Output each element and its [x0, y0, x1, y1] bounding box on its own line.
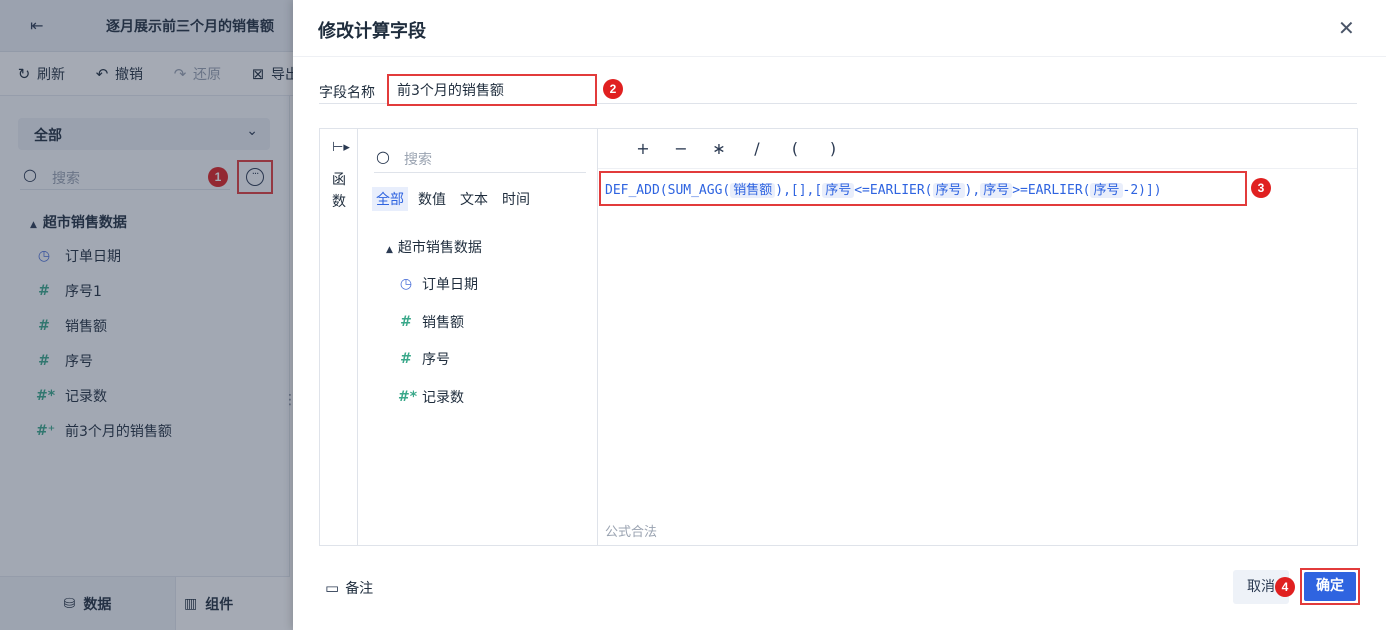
multiply-button[interactable]: ∗	[700, 139, 738, 158]
comment-icon: ▭	[325, 579, 340, 597]
expand-arrow-icon[interactable]: ⊢▸	[332, 140, 350, 155]
formula-part: <=EARLIER(	[854, 183, 933, 198]
search-icon: ○	[376, 147, 390, 166]
field-chip: 序号	[822, 183, 855, 198]
field-item[interactable]: # 序号	[398, 349, 450, 369]
field-type-tabs: 全部 数值 文本 时间	[372, 187, 534, 211]
step-badge-3: 3	[1251, 178, 1271, 198]
tab-time[interactable]: 时间	[498, 187, 534, 211]
field-item[interactable]: # 销售额	[398, 312, 464, 332]
close-icon[interactable]: ✕	[1338, 16, 1355, 40]
confirm-button[interactable]: 确定	[1304, 572, 1356, 601]
formula-editor: ⊢▸ 函 数 ○ 搜索 全部 数值 文本 时间 ▲ 超市销售数据 ◷ 订单日期	[319, 128, 1358, 546]
field-item[interactable]: #* 记录数	[398, 387, 464, 407]
note-label: 备注	[345, 581, 374, 597]
tab-text[interactable]: 文本	[456, 187, 492, 211]
field-name-highlight	[387, 74, 597, 106]
close-paren-button[interactable]: )	[814, 139, 852, 158]
tab-all[interactable]: 全部	[372, 187, 408, 211]
clock-icon: ◷	[399, 276, 413, 292]
fields-panel: ○ 搜索 全部 数值 文本 时间 ▲ 超市销售数据 ◷ 订单日期 # 销售额 #	[358, 129, 598, 545]
field-chip: 销售额	[730, 183, 776, 198]
formula-validation-status: 公式合法	[605, 525, 658, 540]
step-badge-4: 4	[1275, 577, 1295, 597]
formula-part: ),[],[	[775, 183, 823, 198]
field-item[interactable]: ◷ 订单日期	[398, 274, 478, 294]
field-chip: 序号	[932, 183, 965, 198]
field-name-input[interactable]	[389, 76, 595, 104]
field-label: 记录数	[422, 390, 464, 406]
caret-down-icon: ▲	[386, 245, 393, 255]
hash-icon: #	[400, 314, 412, 330]
note-button[interactable]: ▭ 备注	[325, 578, 373, 598]
open-paren-button[interactable]: (	[776, 139, 814, 158]
formula-part: ),	[964, 183, 981, 198]
edit-calculated-field-dialog: 修改计算字段 ✕ 字段名称 2 ⊢▸ 函 数 ○ 搜索 全部 数值 文本 时间	[293, 0, 1386, 630]
field-chip: 序号	[1090, 183, 1123, 198]
tree-root-label: 超市销售数据	[397, 240, 482, 256]
formula-area[interactable]: + − ∗ / ( ) DEF_ADD(SUM_AGG(销售额),[],[序号 <…	[598, 129, 1357, 545]
hash-star-icon: #*	[398, 389, 418, 405]
formula-highlight: DEF_ADD(SUM_AGG(销售额),[],[序号 <=EARLIER(序号)…	[599, 171, 1247, 206]
formula-part: DEF_ADD(SUM_AGG(	[605, 183, 731, 198]
operator-bar: + − ∗ / ( )	[598, 129, 1357, 169]
field-label: 序号	[422, 352, 450, 368]
divider	[293, 56, 1386, 57]
divide-button[interactable]: /	[738, 139, 776, 158]
dialog-title: 修改计算字段	[318, 21, 426, 42]
field-search-placeholder: 搜索	[404, 152, 432, 168]
step-badge-2: 2	[603, 79, 623, 99]
tree-root-dataset[interactable]: ▲ 超市销售数据	[386, 237, 482, 257]
field-label: 销售额	[422, 315, 464, 331]
function-rail-label-2: 数	[332, 194, 346, 210]
field-label: 订单日期	[422, 277, 478, 293]
confirm-highlight: 确定	[1300, 568, 1360, 605]
tab-numeric[interactable]: 数值	[414, 187, 450, 211]
plus-button[interactable]: +	[624, 139, 662, 158]
function-rail[interactable]: ⊢▸ 函 数	[320, 129, 358, 545]
field-search-input[interactable]: ○ 搜索	[374, 145, 586, 173]
formula-part: -2)])	[1122, 183, 1162, 198]
minus-button[interactable]: −	[662, 139, 700, 158]
field-name-label: 字段名称	[319, 85, 375, 101]
field-chip: 序号	[980, 183, 1013, 198]
hash-icon: #	[400, 351, 412, 367]
formula-text[interactable]: DEF_ADD(SUM_AGG(销售额),[],[序号 <=EARLIER(序号)…	[605, 179, 1162, 198]
formula-part: >=EARLIER(	[1012, 183, 1091, 198]
function-rail-label-1: 函	[332, 172, 346, 188]
function-rail-label: 函 数	[331, 169, 347, 213]
